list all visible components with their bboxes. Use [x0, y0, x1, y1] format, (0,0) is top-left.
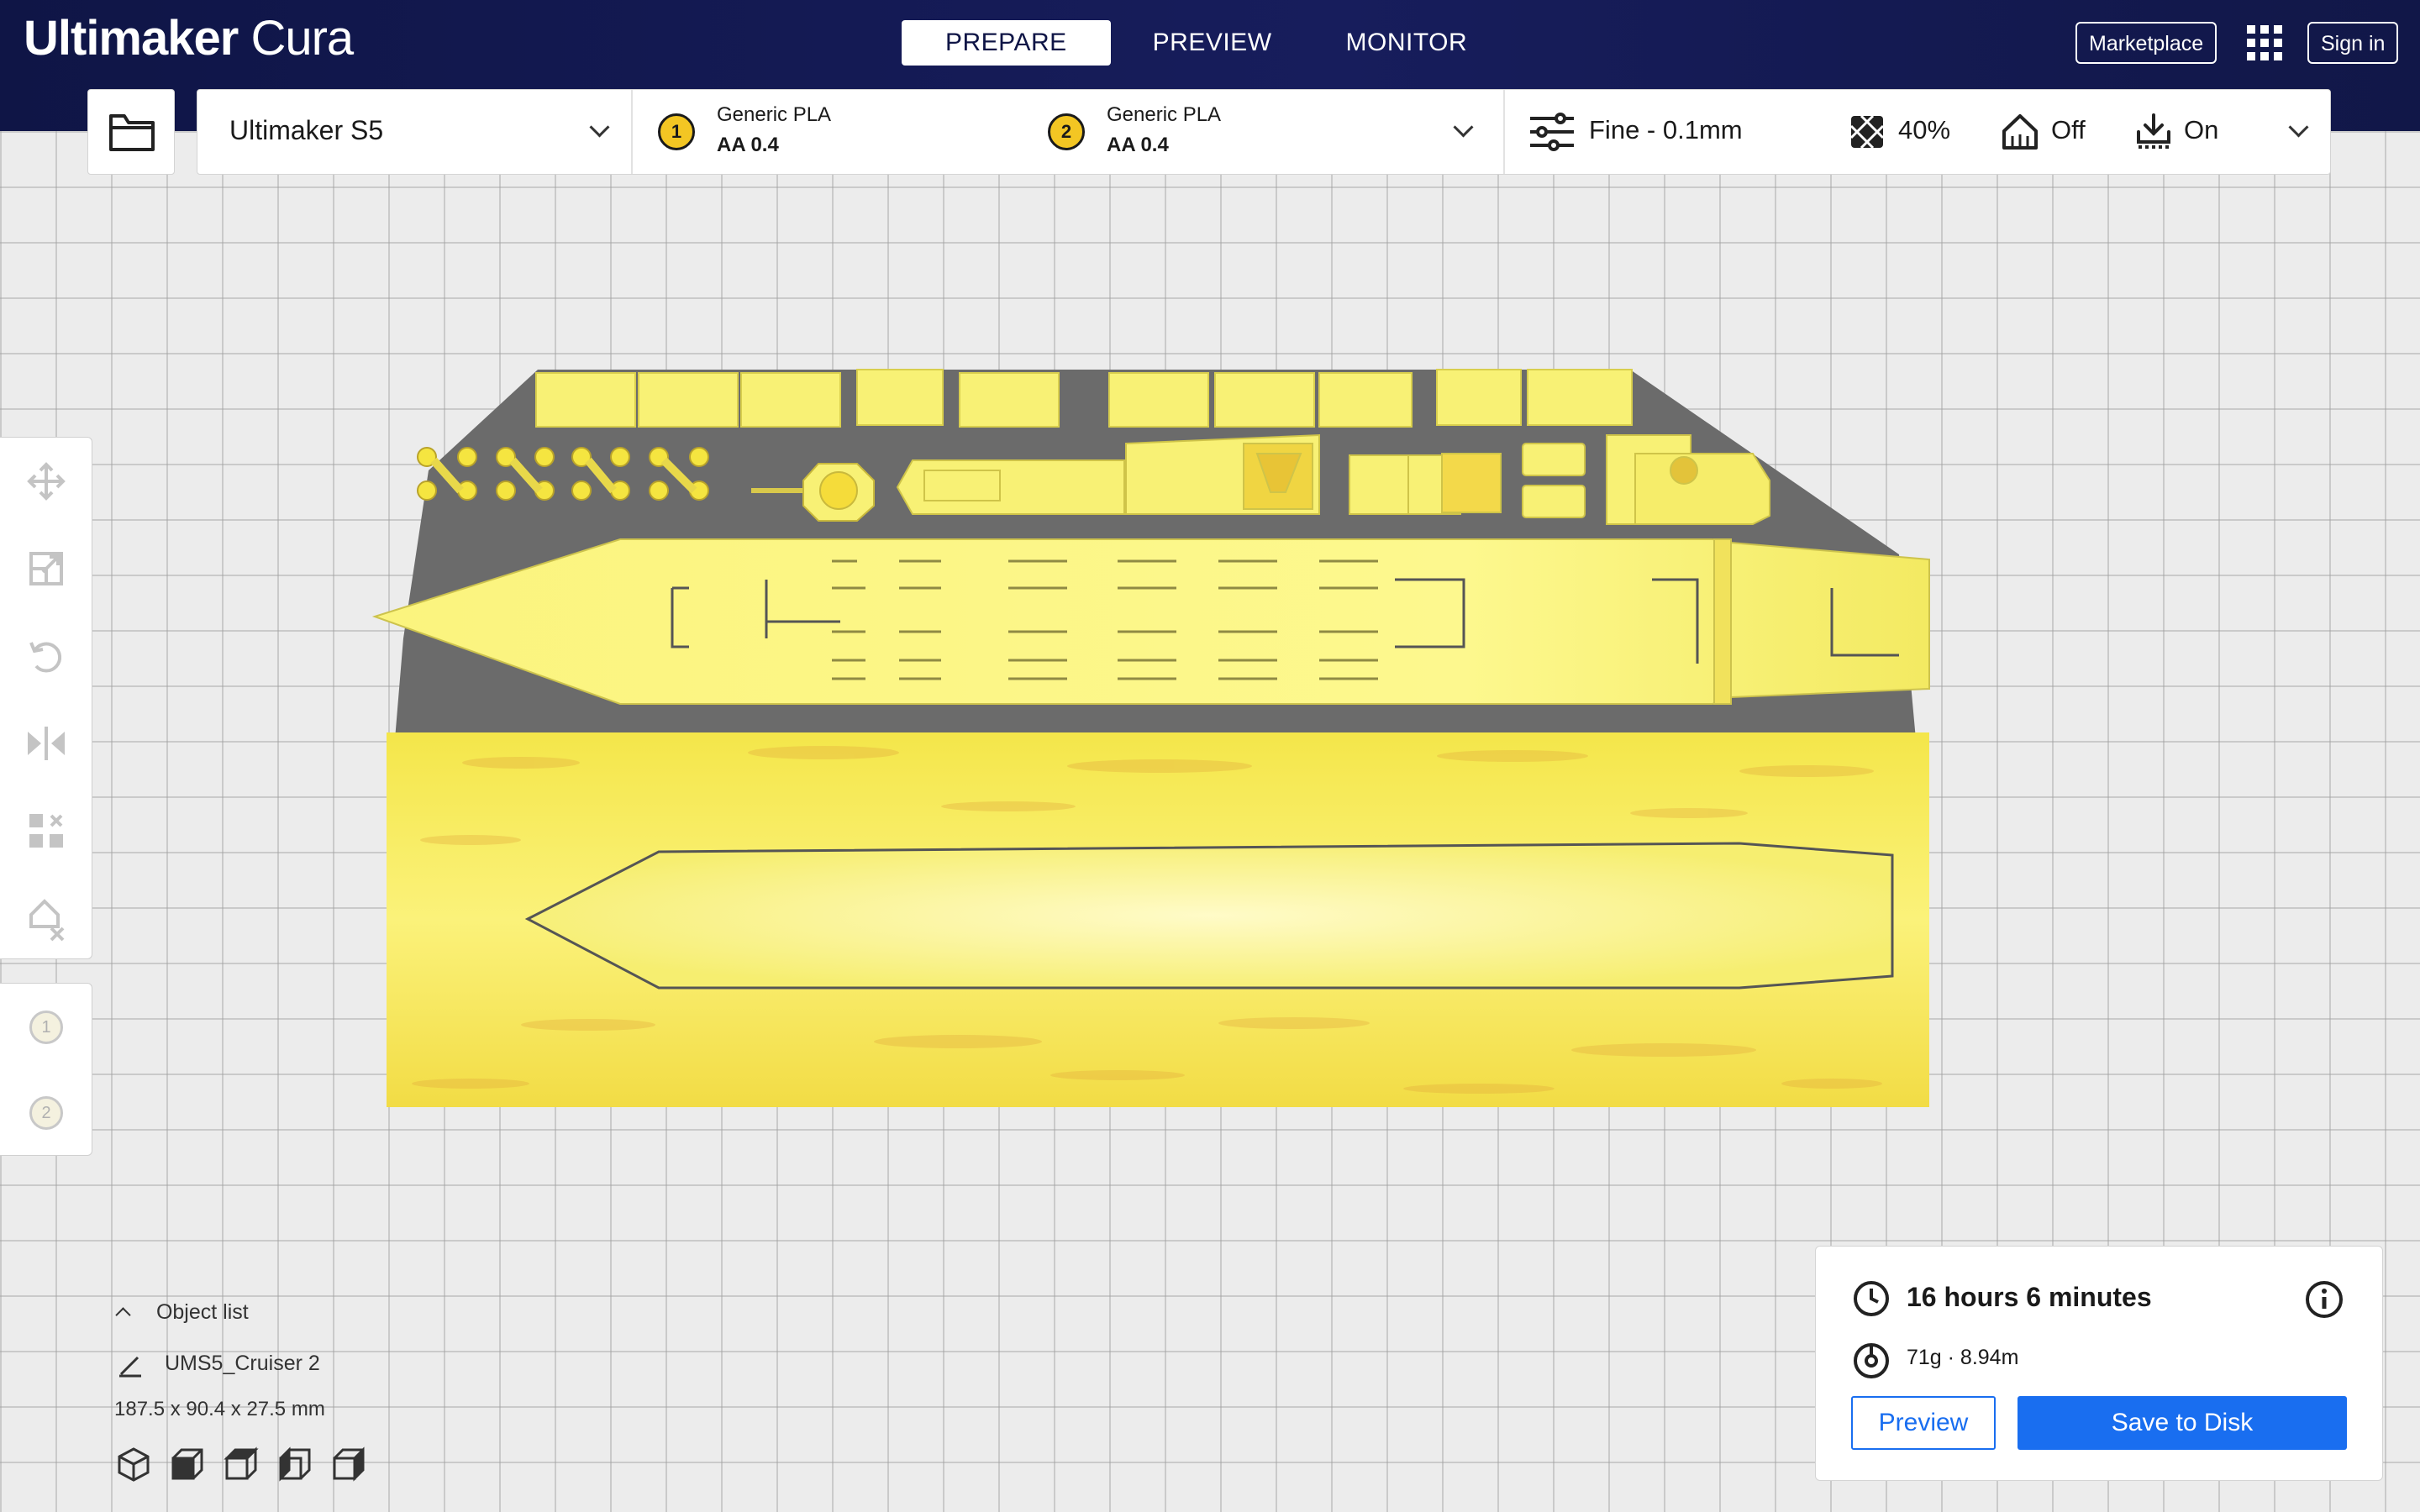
rotate-tool-button[interactable] [23, 633, 70, 680]
material-estimate: 71g · 8.94m [1907, 1346, 2019, 1369]
extruder-1-tool-button[interactable]: 1 [29, 1011, 63, 1044]
sliders-icon [1530, 113, 1574, 151]
clock-icon [1854, 1281, 1889, 1316]
infill-value: 40% [1898, 115, 1951, 144]
per-model-settings-button[interactable] [23, 807, 70, 854]
scale-tool-button[interactable] [23, 545, 70, 592]
quality-profile: Fine - 0.1mm [1589, 115, 1743, 144]
logo-brand: Ultimaker [24, 11, 239, 66]
printer-name: Ultimaker S5 [229, 115, 384, 145]
view-orientation-buttons [116, 1446, 366, 1482]
tab-preview[interactable]: PREVIEW [1121, 20, 1304, 66]
print-settings-selector[interactable]: Fine - 0.1mm 40% Off On [1505, 90, 2330, 174]
move-tool-icon [27, 462, 66, 501]
front-view-icon[interactable] [170, 1446, 205, 1482]
logo-product: Cura [250, 11, 354, 66]
mirror-tool-button[interactable] [23, 720, 70, 767]
extruder-tool-panel: 1 2 [0, 983, 92, 1156]
printer-chevron-down-icon [589, 117, 610, 138]
folder-icon [109, 114, 155, 151]
infill-icon [1849, 114, 1885, 150]
per-model-settings-icon [29, 814, 63, 848]
extruder-2-core: AA 0.4 [1107, 134, 1169, 156]
object-dimensions: 187.5 x 90.4 x 27.5 mm [114, 1398, 325, 1420]
sign-in-button[interactable]: Sign in [2307, 22, 2399, 64]
pencil-icon[interactable] [118, 1352, 143, 1378]
save-to-disk-button[interactable]: Save to Disk [2018, 1396, 2347, 1450]
object-name[interactable]: UMS5_Cruiser 2 [165, 1352, 320, 1376]
tab-monitor[interactable]: MONITOR [1314, 20, 1500, 66]
print-time: 16 hours 6 minutes [1907, 1282, 2152, 1312]
apps-grid-icon[interactable] [2247, 25, 2282, 60]
move-tool-button[interactable] [23, 458, 70, 505]
printer-selector[interactable]: Ultimaker S5 [197, 90, 631, 174]
open-file-button[interactable] [87, 89, 175, 175]
scale-tool-icon [29, 552, 63, 585]
extruder-2-badge: 2 [1048, 113, 1085, 150]
support-value: Off [2051, 115, 2086, 144]
spool-icon [1854, 1343, 1889, 1378]
extruder-2-tool-button[interactable]: 2 [29, 1096, 63, 1130]
support-icon [2002, 114, 2038, 150]
support-blocker-button[interactable] [23, 895, 70, 942]
tab-prepare[interactable]: PREPARE [902, 20, 1111, 66]
object-list-label: Object list [155, 1300, 249, 1324]
adhesion-value: On [2184, 115, 2219, 144]
marketplace-button[interactable]: Marketplace [2075, 22, 2217, 64]
extruder-2-material: Generic PLA [1107, 103, 1222, 126]
top-view-icon[interactable] [224, 1446, 259, 1482]
left-view-icon[interactable] [277, 1446, 313, 1482]
chevron-up-icon [115, 1307, 131, 1323]
rotate-tool-icon [29, 642, 62, 673]
app-logo: Ultimaker Cura [24, 10, 354, 66]
extruder-1-core: AA 0.4 [717, 134, 779, 156]
mirror-tool-icon [28, 727, 65, 760]
material-chevron-down-icon [1453, 117, 1474, 138]
3d-view-icon[interactable] [116, 1446, 151, 1482]
printer-settings-bar: Ultimaker S5 1 Generic PLA AA 0.4 2 Gene… [197, 89, 2331, 175]
adhesion-icon [2137, 113, 2170, 149]
right-view-icon[interactable] [331, 1446, 366, 1482]
extruder-1-badge: 1 [658, 113, 695, 150]
object-list-toggle[interactable]: Object list [115, 1300, 249, 1325]
extruder-1-material: Generic PLA [717, 103, 832, 126]
settings-chevron-down-icon [2288, 117, 2309, 138]
tool-panel [0, 437, 92, 959]
support-blocker-icon [29, 899, 65, 942]
stage-tabs: PREPARE PREVIEW MONITOR [902, 20, 1509, 66]
print-estimate-panel: 16 hours 6 minutes 71g · 8.94m Preview S… [1815, 1246, 2383, 1481]
info-icon[interactable] [2305, 1280, 2344, 1319]
preview-button[interactable]: Preview [1851, 1396, 1996, 1450]
